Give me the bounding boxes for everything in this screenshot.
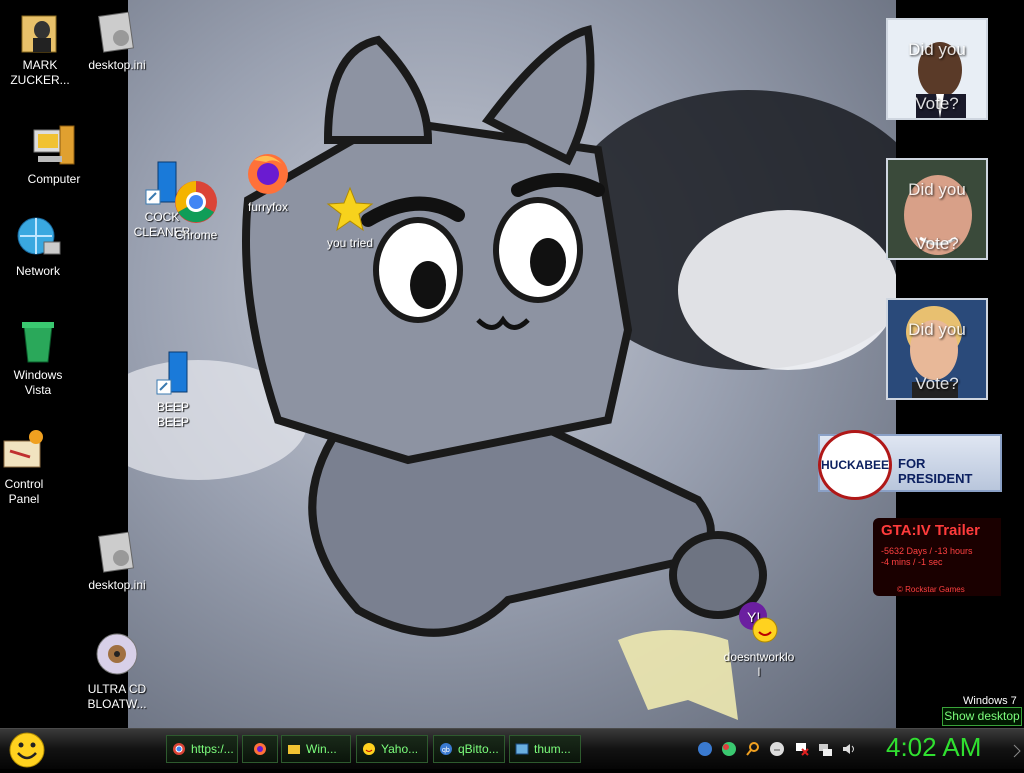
huckabee-banner[interactable]: HUCKABEE FOR PRESIDENT bbox=[818, 430, 1002, 500]
poster-line2: Vote? bbox=[915, 374, 959, 393]
desktop-icon-beep-beep[interactable]: BEEP BEEP bbox=[128, 350, 218, 430]
desktop-icon-ultra-cd[interactable]: ULTRA CD BLOATW... bbox=[72, 632, 162, 712]
taskbar-qbittorrent[interactable]: qb qBitto... bbox=[433, 735, 505, 763]
desktop-icon-doesntworklol[interactable]: Y! doesntworklol bbox=[714, 600, 804, 680]
icon-label: BEEP BEEP bbox=[156, 400, 189, 429]
os-label: Windows 7 bbox=[963, 695, 1017, 707]
poster-line1: Did you bbox=[908, 320, 966, 339]
poster-line2: Vote? bbox=[915, 94, 959, 113]
task-label: https:/... bbox=[191, 742, 234, 756]
chrome-icon bbox=[173, 743, 185, 755]
icon-label: furryfox bbox=[247, 200, 288, 214]
ini-file-icon bbox=[93, 528, 141, 576]
icon-label: you tried bbox=[326, 236, 374, 250]
smiley-start-icon bbox=[9, 732, 45, 768]
chrome-icon bbox=[172, 178, 220, 226]
blue-shortcut-icon bbox=[149, 350, 197, 398]
icon-label: doesntworklol bbox=[723, 650, 795, 679]
image-viewer-icon bbox=[515, 743, 529, 755]
huckabee-tagline: FOR PRESIDENT bbox=[898, 456, 973, 486]
gta-countdown-line2: -4 mins / -1 sec bbox=[881, 557, 943, 567]
desktop-icon-you-tried[interactable]: you tried bbox=[305, 186, 395, 251]
icon-label: ULTRA CD BLOATW... bbox=[87, 682, 147, 711]
network-tray-icon[interactable] bbox=[817, 741, 833, 757]
qbittorrent-tray-icon[interactable] bbox=[697, 741, 713, 757]
taskbar-explorer[interactable]: Win... bbox=[281, 735, 351, 763]
vote-poster-obama[interactable]: Did you Vote? bbox=[886, 18, 988, 120]
qbittorrent-icon: qb bbox=[440, 743, 452, 755]
desktop-icon-desktop-ini-2[interactable]: desktop.ini bbox=[72, 528, 162, 593]
desktop-icon-desktop-ini[interactable]: desktop.ini bbox=[72, 8, 162, 73]
firefox-icon bbox=[254, 743, 266, 755]
task-label: Yaho... bbox=[381, 742, 419, 756]
poster-line1: Did you bbox=[908, 180, 966, 199]
taskbar-yahoo[interactable]: Yaho... bbox=[356, 735, 428, 763]
globe-network-icon bbox=[14, 214, 62, 262]
yahoo-messenger-icon: Y! bbox=[735, 600, 783, 648]
icon-label: Network bbox=[15, 264, 60, 278]
computer-icon bbox=[30, 122, 78, 170]
icon-label: Computer bbox=[27, 172, 81, 186]
resize-grip-icon bbox=[1013, 744, 1021, 758]
folder-icon bbox=[288, 745, 300, 754]
icon-label: Windows Vista bbox=[13, 368, 63, 397]
taskbar-thumbnail[interactable]: thum... bbox=[509, 735, 581, 763]
desktop-icon-network[interactable]: Network bbox=[0, 214, 83, 279]
star-icon bbox=[326, 186, 374, 234]
desktop-icon-furryfox[interactable]: furryfox bbox=[223, 150, 313, 215]
search-tray-icon[interactable] bbox=[745, 741, 761, 757]
icon-label: Chrome bbox=[174, 228, 218, 242]
taskbar: https:/... Win... Yaho... qb qBitto... t… bbox=[0, 728, 1024, 769]
color-tray-icon[interactable] bbox=[721, 741, 737, 757]
gta-title: GTA:IV Trailer bbox=[881, 522, 980, 539]
desktop-icon-computer[interactable]: Computer bbox=[9, 122, 99, 187]
icon-label: desktop.ini bbox=[88, 58, 146, 72]
desktop-icon-control-panel[interactable]: Control Panel bbox=[0, 427, 69, 507]
huckabee-seal: HUCKABEE bbox=[818, 430, 892, 500]
gta-countdown-line1: -5632 Days / -13 hours bbox=[881, 546, 973, 556]
gta-countdown-gadget[interactable]: GTA:IV Trailer -5632 Days / -13 hours -4… bbox=[873, 518, 1001, 596]
task-label: thum... bbox=[534, 742, 571, 756]
vote-poster-clinton[interactable]: Did you Vote? bbox=[886, 298, 988, 400]
flag-tray-icon[interactable] bbox=[793, 741, 809, 757]
poster-line1: Did you bbox=[908, 40, 966, 59]
taskbar-firefox[interactable] bbox=[242, 735, 278, 763]
task-label: Win... bbox=[306, 742, 337, 756]
svg-text:qb: qb bbox=[442, 747, 450, 754]
ini-file-icon bbox=[93, 8, 141, 56]
task-label: qBitto... bbox=[458, 742, 499, 756]
folder-person-icon bbox=[16, 8, 64, 56]
icon-label: Control Panel bbox=[4, 477, 44, 506]
firefox-icon bbox=[244, 150, 292, 198]
taskbar-clock[interactable]: 4:02 AM bbox=[886, 732, 981, 763]
desktop-icon-windows-vista[interactable]: Windows Vista bbox=[0, 318, 83, 398]
start-button[interactable] bbox=[8, 732, 46, 768]
taskbar-chrome[interactable]: https:/... bbox=[166, 735, 238, 763]
gta-countdown: -5632 Days / -13 hours -4 mins / -1 sec bbox=[881, 546, 973, 568]
gta-credit: © Rockstar Games bbox=[897, 585, 965, 594]
cd-icon bbox=[93, 632, 141, 680]
control-panel-icon bbox=[0, 427, 48, 475]
huckabee-name: HUCKABEE bbox=[821, 458, 890, 472]
volume-tray-icon[interactable] bbox=[841, 741, 857, 757]
icon-label: desktop.ini bbox=[88, 578, 146, 592]
vote-poster-mccain[interactable]: Did you Vote? bbox=[886, 158, 988, 260]
poster-line2: Vote? bbox=[915, 234, 959, 253]
yahoo-smiley-icon bbox=[363, 743, 375, 755]
show-desktop-button[interactable]: Show desktop bbox=[942, 707, 1022, 726]
messenger-tray-icon[interactable] bbox=[769, 741, 785, 757]
recycle-bin-icon bbox=[14, 318, 62, 366]
